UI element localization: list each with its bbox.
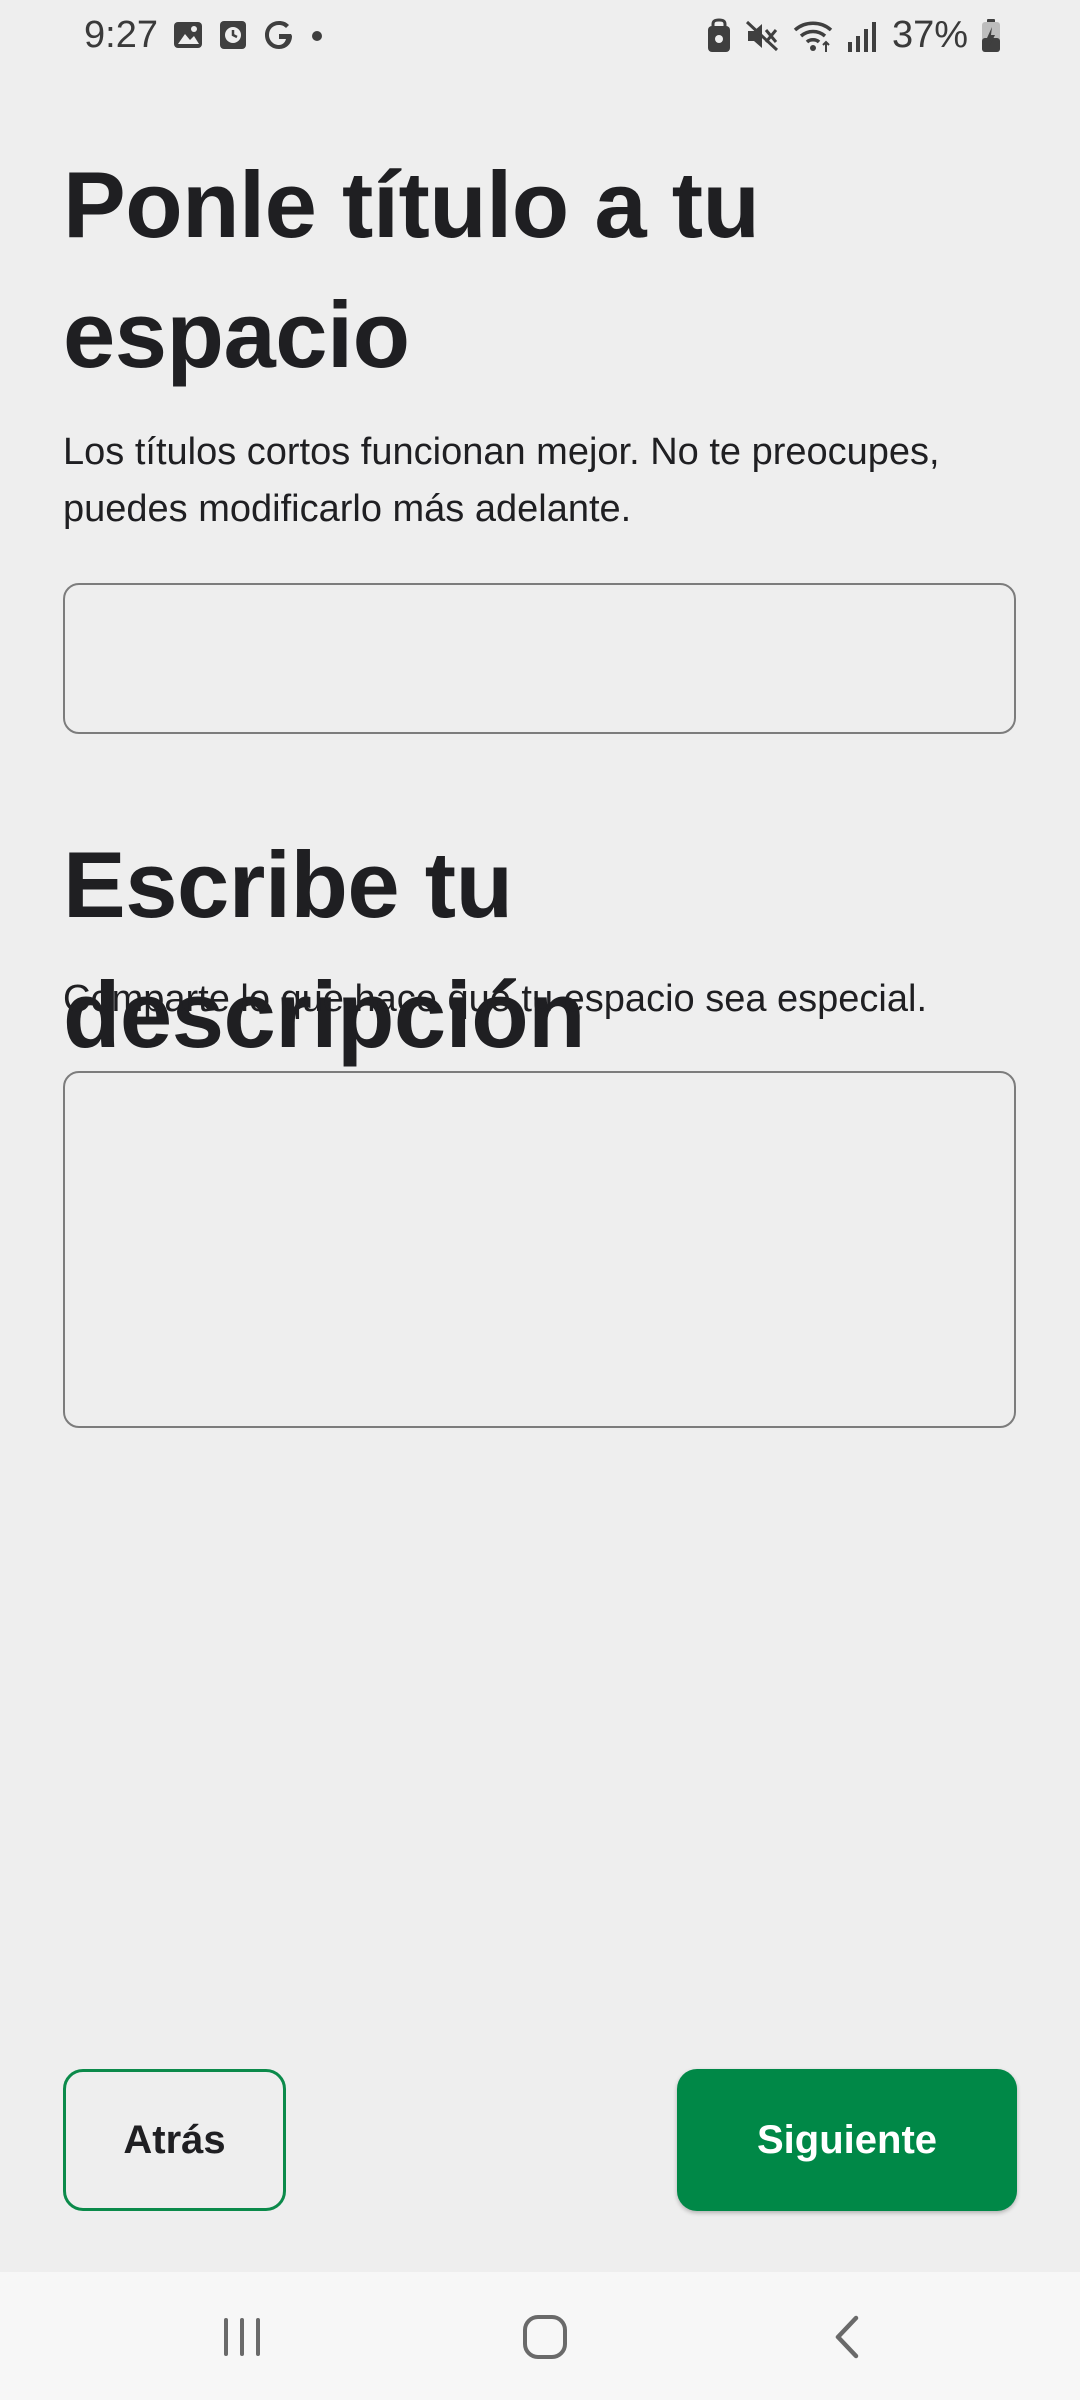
description-textarea[interactable] [63, 1071, 1016, 1428]
navigation-bar [0, 2272, 1080, 2400]
description-helper-text: Comparte lo que hace que tu espacio sea … [63, 978, 927, 1020]
status-bar: 9:27 37% [0, 0, 1080, 80]
system-icons: 37% [706, 14, 1002, 57]
title-helper-text: Los títulos cortos funcionan mejor. No t… [63, 431, 940, 530]
google-icon [262, 18, 296, 52]
clock-notification-icon [218, 19, 248, 51]
recents-icon[interactable] [202, 2302, 282, 2372]
battery-icon [980, 18, 1002, 54]
status-time: 9:27 [84, 14, 158, 56]
dot-icon [310, 19, 324, 51]
next-button[interactable]: Siguiente [677, 2069, 1017, 2211]
home-icon[interactable] [505, 2302, 585, 2372]
signal-icon [846, 18, 880, 54]
wifi-icon [792, 18, 834, 54]
battery-percent: 37% [891, 14, 968, 56]
title-input[interactable] [63, 583, 1016, 734]
back-button[interactable]: Atrás [63, 2069, 286, 2211]
gallery-icon [172, 19, 204, 51]
lock-icon [706, 17, 732, 54]
notification-icons [172, 18, 324, 52]
mute-icon [744, 18, 780, 54]
description-heading: Escribe tu descripción [63, 832, 586, 1067]
back-icon[interactable] [808, 2302, 888, 2372]
title-heading: Ponle título a tu espacio [63, 152, 760, 387]
